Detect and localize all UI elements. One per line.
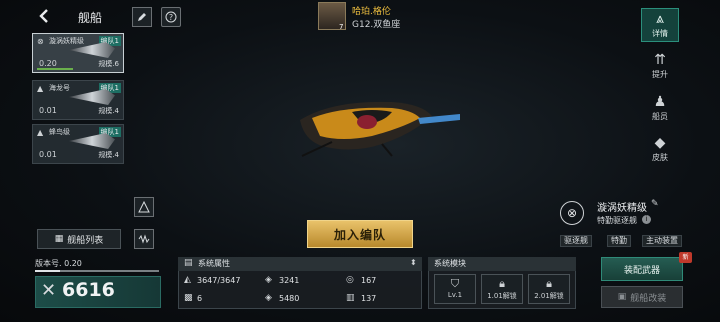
ship-card-ratio: 0.20 (39, 59, 57, 68)
module-slot-locked[interactable]: 🔒︎ 2.01解锁 (528, 274, 570, 304)
target-icon: ⊗ (37, 37, 44, 46)
wave-icon (138, 234, 150, 244)
ship-card[interactable]: ▲ 蜂鸟级 编队1 0.01 规模.4 (32, 124, 124, 164)
ship-subtype: 特勤驱逐舰 (597, 216, 637, 225)
armor-icon: ◈ (265, 275, 272, 285)
help-button[interactable]: ? (161, 7, 181, 27)
commander-level: 7 (339, 23, 344, 31)
tab-upgrade[interactable]: ⇈ 提升 (641, 50, 679, 84)
join-fleet-button[interactable]: 加入编队 (307, 220, 413, 248)
edit-button[interactable] (132, 7, 152, 27)
module-slot[interactable]: ⛉ Lv.1 (434, 274, 476, 304)
ship-card[interactable]: ▲ 海龙号 编队1 0.01 规模.4 (32, 80, 124, 120)
module-slot-label: 1.01解锁 (487, 292, 517, 300)
ship-class-icon: ▲ (37, 84, 44, 93)
expand-toggle-icon[interactable]: ⬍ (410, 258, 417, 267)
energy-icon: ▥ (346, 293, 355, 303)
attr-armor: 3241 (279, 276, 300, 285)
tab-skin[interactable]: ◆ 皮肤 (641, 133, 679, 167)
ship-tag: 驱逐舰 (560, 235, 592, 247)
formation-button[interactable] (134, 197, 154, 217)
new-badge: 新 (679, 252, 692, 263)
ship-card-name: 漩涡妖精级 (49, 37, 84, 45)
ship-class-icon: ▲ (37, 128, 44, 137)
ship-card-name: 蜂鸟级 (49, 128, 70, 136)
ship-card-scale: 规模.4 (98, 151, 119, 159)
module-slot-label: Lv.1 (447, 291, 463, 299)
ship-thumbnail (69, 133, 115, 149)
tab-upgrade-label: 提升 (652, 70, 668, 79)
equip-weapon-button[interactable]: 装配武器 (601, 257, 683, 281)
shield-icon: ◈ (265, 293, 272, 303)
crossed-swords-icon: ✕ (41, 280, 57, 301)
ship-name: 漩涡妖精级 (597, 203, 647, 214)
attr-hull: 3647/3647 (197, 276, 241, 285)
ship-card-selected[interactable]: ⊗ 漩涡妖精级 编队1 0.20 规模.6 (32, 33, 124, 73)
question-icon: ? (165, 11, 177, 23)
lock-icon: 🔒︎ (499, 277, 505, 290)
ship-card-bar (37, 68, 73, 70)
speed-icon: ◎ (346, 275, 354, 285)
ship-card-name: 海龙号 (49, 84, 70, 92)
ship-tag: 特勤 (607, 235, 631, 247)
combat-power-value: 6616 (62, 279, 115, 301)
version-label: 版本号. 0.20 (35, 259, 82, 268)
ship-card-ratio: 0.01 (39, 106, 57, 115)
ship-card-scale: 规模.4 (98, 107, 119, 115)
lock-icon: ▣ (617, 292, 627, 302)
evasion-icon: ▩ (184, 293, 193, 303)
attr-speed: 167 (361, 276, 377, 285)
chevron-left-icon (39, 9, 48, 23)
details-icon: ⩓ (656, 11, 664, 27)
modules-title: 系统模块 (434, 259, 466, 268)
skin-icon: ◆ (654, 135, 666, 151)
commander-location: G12.双鱼座 (352, 20, 401, 30)
stats-button[interactable] (134, 229, 154, 249)
tab-skin-label: 皮肤 (652, 153, 668, 162)
refit-label: 舰船改装 (630, 293, 667, 304)
ship-card-ratio: 0.01 (39, 150, 57, 159)
commander-name: 哈珀.格伦 (352, 7, 391, 17)
tab-crew-label: 船员 (652, 112, 668, 121)
fleet-list-label: 舰船列表 (67, 235, 104, 246)
attr-evasion: 6 (197, 294, 203, 303)
upgrade-icon: ⇈ (654, 52, 666, 68)
ship-thumbnail (69, 89, 115, 105)
info-icon[interactable]: i (642, 215, 651, 224)
back-button[interactable] (38, 8, 54, 26)
rename-icon[interactable]: ✎ (651, 199, 659, 209)
triangle-target-icon (138, 201, 150, 213)
version-progress-fill (35, 270, 60, 272)
svg-text:?: ? (169, 13, 173, 22)
attributes-title[interactable]: 系统属性 (198, 258, 230, 269)
module-slot-locked[interactable]: 🔒︎ 1.01解锁 (481, 274, 523, 304)
module-slot-label: 2.01解锁 (534, 292, 564, 300)
attr-shield: 5480 (279, 294, 300, 303)
page-title: 舰船 (78, 11, 103, 25)
tab-crew[interactable]: ♟ 船员 (641, 92, 679, 126)
crew-icon: ♟ (653, 94, 667, 110)
grid-icon: ▦ (54, 234, 64, 244)
attributes-icon: ▤ (184, 258, 193, 268)
refit-button[interactable]: ▣ 舰船改装 (601, 286, 683, 308)
fleet-list-button[interactable]: ▦ 舰船列表 (37, 229, 121, 249)
pencil-icon (138, 13, 146, 21)
ship-tag: 主动装置 (642, 235, 682, 247)
shield-module-icon: ⛉ (450, 277, 460, 290)
tab-details-label: 详情 (652, 29, 668, 38)
attr-energy: 137 (361, 294, 377, 303)
lock-icon: 🔒︎ (546, 277, 552, 290)
ship-card-scale: 规模.6 (98, 60, 119, 68)
ship-model[interactable] (292, 94, 472, 158)
tab-details[interactable]: ⩓ 详情 (641, 8, 679, 42)
ship-class-icon: ⊗ (560, 201, 584, 225)
hull-icon: ◭ (184, 275, 191, 285)
